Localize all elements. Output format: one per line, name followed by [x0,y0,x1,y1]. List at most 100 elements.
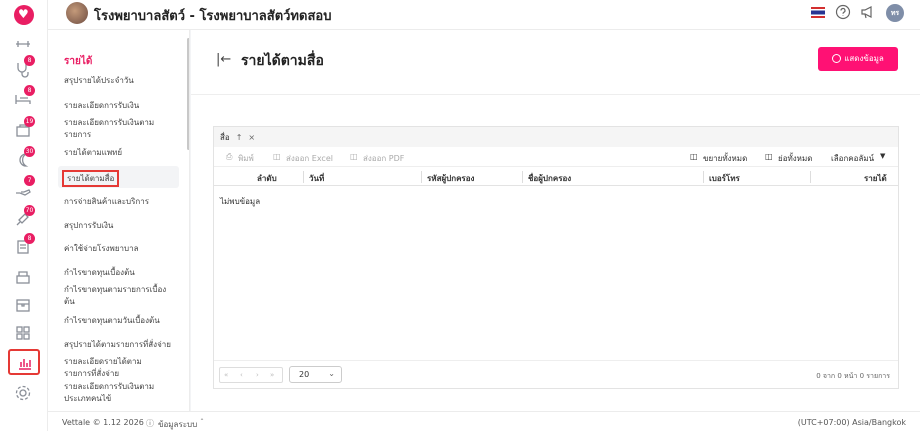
sidebar-item[interactable]: กำไรขาดทุนตามวันเบื้องต้น [64,315,174,327]
dumbbell-icon[interactable] [14,35,34,55]
icon-rail: 8 8 19 30 7 70 8 [0,0,48,431]
sidebar-heading: รายได้ [64,56,93,67]
sidebar-item[interactable]: กำไรขาดทุนตามรายการเบื้องต้น [64,284,168,308]
badge: 7 [24,175,35,186]
choose-columns-button[interactable]: เลือกคอลัมน์ [831,152,874,165]
divider [191,94,920,95]
data-grid: สื่อ ↑ × ⎙ พิมพ์ ◫ ส่งออก Excel ◫ ส่งออก P… [213,126,899,389]
cart-icon[interactable]: 19 [14,116,35,141]
pdf-icon: ◫ [350,152,358,161]
version-text: Vettale © 1.12 2026 [62,418,144,427]
print-button[interactable]: พิมพ์ [238,152,254,165]
collapse-all-button[interactable]: ย่อทั้งหมด [778,152,812,165]
sidebar-item[interactable]: กำไรขาดทุนเบื้องต้น [64,267,174,279]
column-header[interactable]: รหัสผู้ปกครอง [427,172,474,185]
report-sidebar: รายได้ สรุปรายได้ประจำวัน รายละเอียดการร… [48,30,190,411]
last-page-icon[interactable]: » [270,371,274,379]
sidebar-item[interactable]: การจ่ายสินค้าและบริการ [64,196,174,208]
group-chip-label: สื่อ [220,133,230,142]
print-icon: ⎙ [226,152,233,161]
sidebar-item[interactable]: รายละเอียดการรับเงินตามรายการ [64,117,168,141]
hospital-avatar [66,2,88,24]
stethoscope-icon[interactable]: 8 [14,55,35,80]
show-data-button[interactable]: แสดงข้อมูล [818,47,898,71]
collapse-icon: ◫ [765,152,773,161]
no-data-message: ไม่พบข้อมูล [220,197,261,206]
help-icon[interactable] [835,4,851,20]
close-icon[interactable]: × [248,133,255,142]
search-icon [832,54,842,63]
chevron-down-icon: ⌄ [328,369,335,378]
top-bar: โรงพยาบาลสัตว์ - โรงพยาบาลสัตว์ทดสอบ ทร [48,0,920,30]
column-separator [522,171,523,183]
sidebar-item[interactable]: สรุปรายได้ตามรายการที่สั่งจ่าย [64,339,174,351]
sidebar-item[interactable]: รายละเอียดการรับเงิน [64,100,174,112]
grid-header: ลำดับ วันที่ รหัสผู้ปกครอง ชื่อผู้ปกครอง… [214,168,898,186]
sidebar-scrollbar[interactable] [187,38,189,150]
app-title: โรงพยาบาลสัตว์ - โรงพยาบาลสัตว์ทดสอบ [94,9,332,24]
page-info: 0 จาก 0 หน้า 0 รายการ [816,372,890,380]
column-header[interactable]: วันที่ [309,172,324,185]
syringe-icon[interactable]: 70 [14,205,35,230]
page-title: รายได้ตามสื่อ [241,53,324,69]
column-separator [303,171,304,183]
pagination: « ‹ › » 20 ⌄ 0 จาก 0 หน้า 0 รายการ [214,360,898,389]
page-size-select[interactable]: 20 ⌄ [289,366,342,383]
column-separator [421,171,422,183]
column-header[interactable]: ชื่อผู้ปกครอง [528,172,571,185]
sidebar-item-label: รายได้ตามสื่อ [62,170,120,187]
next-page-icon[interactable]: › [256,371,259,379]
system-info-link[interactable]: ข้อมูลระบบ [158,418,197,431]
app-logo-icon[interactable] [14,5,34,25]
chevron-up-icon[interactable]: ˆ [200,418,204,427]
sidebar-item[interactable]: รายละเอียดรายได้ตามรายการที่สั่งจ่าย [64,356,168,380]
apps-icon[interactable] [14,324,34,344]
bed-icon[interactable]: 8 [14,85,35,110]
megaphone-icon[interactable] [860,4,876,20]
expand-icon: ◫ [690,152,698,161]
group-chip[interactable]: สื่อ ↑ × [220,131,255,144]
user-avatar[interactable]: ทร [886,4,904,22]
column-separator [810,171,811,183]
sidebar-item[interactable]: รายได้ตามแพทย์ [64,147,174,159]
footer: Vettale © 1.12 2026 ⓘ ข้อมูลระบบ ˆ (UTC+… [48,411,920,431]
report-chart-icon[interactable] [8,349,40,375]
main-panel: |← รายได้ตามสื่อ แสดงข้อมูล สื่อ ↑ × ⎙ พิม… [191,30,920,411]
cash-register-icon[interactable] [14,268,34,288]
prev-page-icon[interactable]: ‹ [240,371,243,379]
hand-icon[interactable]: 7 [14,175,35,200]
page-size-value: 20 [299,370,310,379]
thai-flag-icon[interactable] [811,7,825,18]
excel-icon: ◫ [273,152,281,161]
column-header[interactable]: รายได้ [864,172,887,185]
expand-all-button[interactable]: ขยายทั้งหมด [703,152,747,165]
group-panel: สื่อ ↑ × [214,127,898,147]
sidebar-item[interactable]: สรุปการรับเงิน [64,220,174,232]
column-separator [703,171,704,183]
column-header[interactable]: ลำดับ [257,172,277,185]
show-data-label: แสดงข้อมูล [844,54,884,63]
badge: 8 [24,55,35,66]
first-page-icon[interactable]: « [224,371,228,379]
collapse-sidebar-icon[interactable]: |← [216,52,231,67]
badge: 8 [24,233,35,244]
sidebar-item[interactable]: ค่าใช้จ่ายโรงพยาบาล [64,243,174,255]
timezone-text: (UTC+07:00) Asia/Bangkok [797,418,906,427]
column-header[interactable]: เบอร์โทร [709,172,740,185]
sidebar-item[interactable]: สรุปรายได้ประจำวัน [64,75,174,87]
sort-up-icon[interactable]: ↑ [236,133,243,142]
badge: 8 [24,85,35,96]
export-pdf-button[interactable]: ส่งออก PDF [363,152,404,165]
badge: 19 [24,116,35,127]
moon-icon[interactable]: 30 [14,146,35,171]
document-icon[interactable]: 8 [14,233,35,258]
sidebar-item[interactable]: รายละเอียดการรับเงินตามประเภทคนไข้ [64,381,168,405]
badge: 30 [24,146,35,157]
sidebar-item-selected[interactable]: รายได้ตามสื่อ [58,166,179,188]
box-icon[interactable] [14,296,34,316]
grid-toolbar: ⎙ พิมพ์ ◫ ส่งออก Excel ◫ ส่งออก PDF ◫ ขย… [214,147,898,167]
gear-icon[interactable] [14,384,34,404]
badge: 70 [24,205,35,216]
caret-down-icon[interactable]: ▼ [880,152,885,160]
export-excel-button[interactable]: ส่งออก Excel [286,152,333,165]
